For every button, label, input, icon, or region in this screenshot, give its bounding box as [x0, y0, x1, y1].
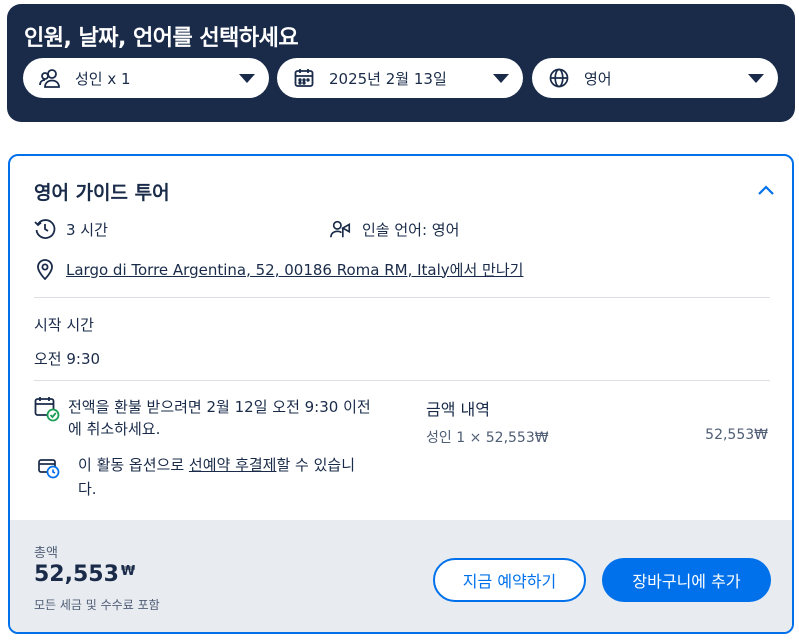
- meeting-point-row: Largo di Torre Argentina, 52, 00186 Roma…: [34, 258, 523, 280]
- participants-selector[interactable]: 성인 x 1: [23, 58, 269, 98]
- reserve-now-pay-later: 이 활동 옵션으로 선예약 후결제할 수 있습니다.: [38, 453, 358, 501]
- date-selector[interactable]: 2025년 2월 13일: [277, 58, 523, 98]
- option-title: 영어 가이드 투어: [34, 182, 170, 204]
- total-amount: 52,553: [34, 562, 119, 587]
- meeting-point-link[interactable]: Largo di Torre Argentina, 52, 00186 Roma…: [66, 261, 450, 279]
- guide-language-row: 인솔 언어: 영어: [330, 218, 459, 240]
- total-label: 총액: [34, 546, 58, 561]
- calendar-check-icon: [34, 396, 60, 422]
- price-row-label: 성인 1 × 52,553₩: [426, 430, 549, 446]
- currency-symbol: ₩: [120, 564, 136, 579]
- header-title: 인원, 날짜, 언어를 선택하세요: [24, 26, 299, 51]
- cancellation-text: 전액을 환불 받으려면 2월 12일 오전 9:30 이전에 취소하세요.: [68, 398, 371, 438]
- price-row-value: 52,553₩: [705, 427, 768, 443]
- add-to-cart-button[interactable]: 장바구니에 추가: [602, 558, 771, 602]
- chevron-down-icon: [239, 73, 255, 83]
- people-icon: [39, 67, 61, 89]
- duration-text: 3 시간: [66, 220, 108, 239]
- chevron-down-icon: [493, 73, 509, 83]
- globe-icon: [548, 67, 570, 89]
- divider: [34, 297, 770, 298]
- language-selector[interactable]: 영어: [532, 58, 778, 98]
- total-price: 52,553 ₩: [34, 562, 135, 587]
- start-time-value: 오전 9:30: [34, 350, 101, 368]
- divider: [34, 380, 770, 381]
- book-now-button[interactable]: 지금 예약하기: [433, 558, 586, 602]
- guide-language-text: 인솔 언어: 영어: [362, 220, 460, 239]
- location-pin-icon: [34, 258, 56, 280]
- chevron-down-icon: [748, 73, 764, 83]
- selection-header: 인원, 날짜, 언어를 선택하세요 성인 x 1 2025년 2월 13일 영어: [7, 4, 795, 122]
- duration-row: 3 시간: [34, 218, 108, 240]
- rnpl-link[interactable]: 선예약 후결제: [189, 456, 277, 474]
- participants-label: 성인 x 1: [75, 69, 131, 88]
- total-note: 모든 세금 및 수수료 포함: [34, 598, 160, 612]
- card-clock-icon: [38, 457, 60, 479]
- total-footer: 총액 52,553 ₩ 모든 세금 및 수수료 포함 지금 예약하기 장바구니에 …: [10, 520, 792, 632]
- chevron-up-icon[interactable]: [756, 182, 776, 198]
- option-card: 영어 가이드 투어 3 시간 인솔 언어: 영어 Largo di Torre …: [8, 154, 794, 634]
- cancellation-policy: 전액을 환불 받으려면 2월 12일 오전 9:30 이전에 취소하세요.: [34, 396, 374, 440]
- clock-history-icon: [34, 218, 56, 240]
- date-label: 2025년 2월 13일: [329, 69, 447, 88]
- calendar-icon: [293, 67, 315, 89]
- meeting-point-suffix[interactable]: 에서 만나기: [450, 261, 524, 279]
- price-breakdown-title: 금액 내역: [426, 400, 490, 419]
- start-time-label: 시작 시간: [34, 316, 94, 334]
- rnpl-prefix: 이 활동 옵션으로: [78, 456, 189, 474]
- guide-icon: [330, 218, 352, 240]
- language-label: 영어: [584, 69, 612, 88]
